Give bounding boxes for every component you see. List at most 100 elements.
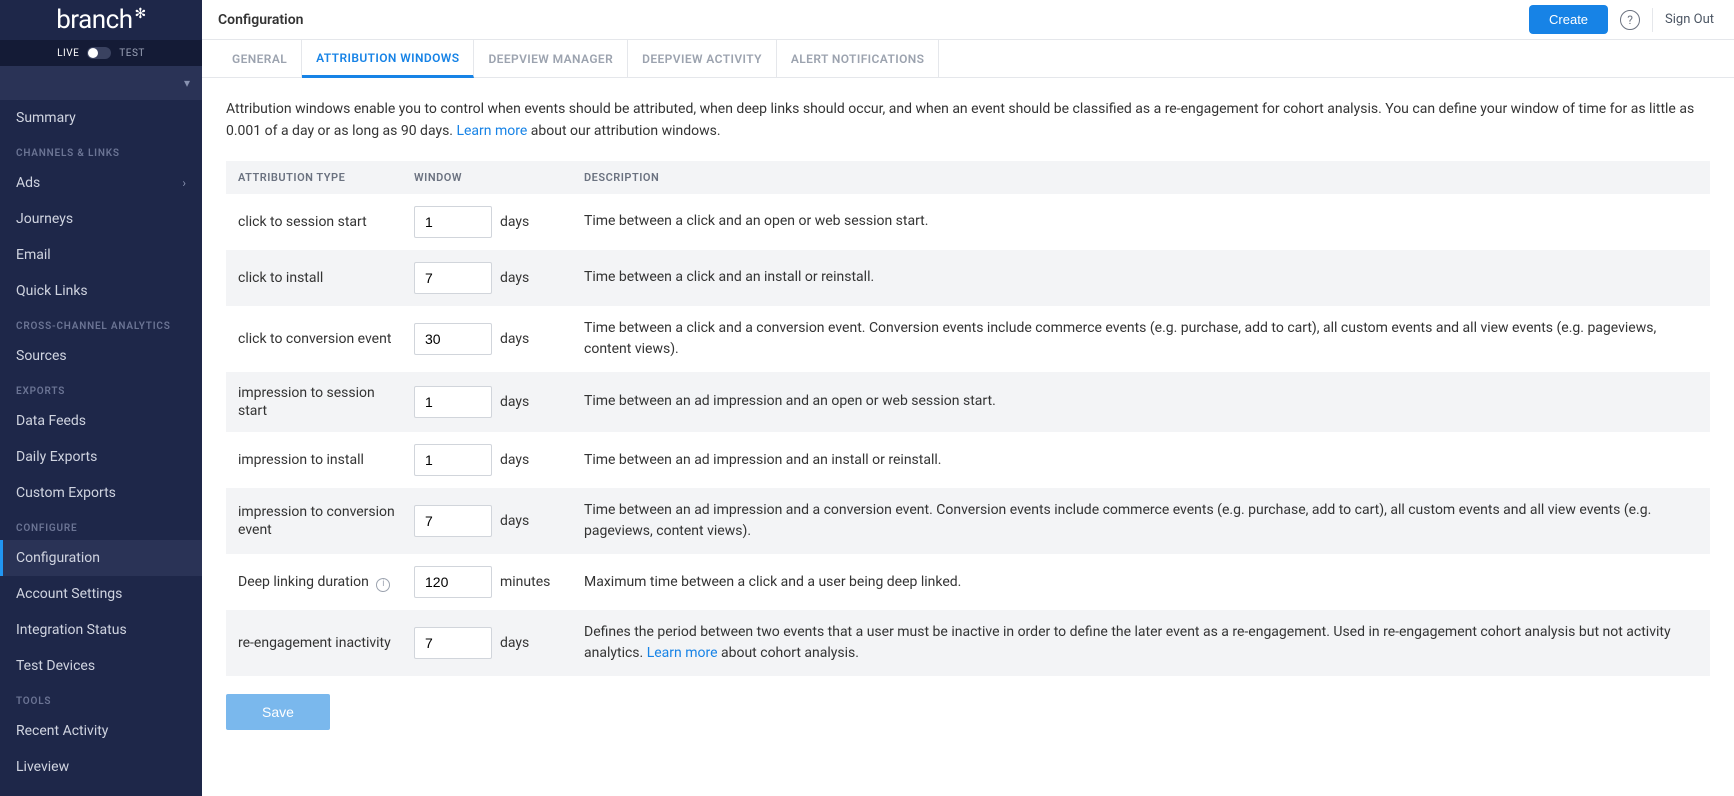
- window-unit: minutes: [500, 574, 550, 590]
- sidebar-item-daily-exports[interactable]: Daily Exports: [0, 439, 202, 475]
- window-unit: days: [500, 513, 529, 529]
- main: Configuration Create ? Sign Out GENERAL …: [202, 0, 1734, 796]
- tab-alert-notifications[interactable]: ALERT NOTIFICATIONS: [777, 40, 940, 77]
- sidebar-item-journeys[interactable]: Journeys: [0, 201, 202, 237]
- intro-part2: about our attribution windows.: [527, 123, 720, 139]
- tab-attribution-windows[interactable]: ATTRIBUTION WINDOWS: [302, 40, 474, 78]
- sidebar-item-test-devices[interactable]: Test Devices: [0, 648, 202, 684]
- window-input[interactable]: [414, 505, 492, 537]
- signout-link[interactable]: Sign Out: [1665, 12, 1718, 27]
- sidebar-item-account-settings[interactable]: Account Settings: [0, 576, 202, 612]
- window-cell: days: [414, 444, 576, 476]
- logo-text: branch: [56, 5, 132, 35]
- sidebar-item-custom-exports[interactable]: Custom Exports: [0, 475, 202, 511]
- nav-header-channels: CHANNELS & LINKS: [0, 136, 202, 165]
- table-row: click to installdaysTime between a click…: [226, 250, 1710, 306]
- window-input[interactable]: [414, 323, 492, 355]
- window-input[interactable]: [414, 386, 492, 418]
- table-row: impression to conversion event days Time b…: [226, 488, 1710, 554]
- app-selector[interactable]: ▾: [0, 66, 202, 100]
- window-input[interactable]: [414, 262, 492, 294]
- nav-header-configure: CONFIGURE: [0, 511, 202, 540]
- learn-more-link[interactable]: Learn more: [456, 123, 527, 139]
- sidebar-item-email[interactable]: Email: [0, 237, 202, 273]
- logo: branch✻: [56, 5, 146, 35]
- nav-label: Quick Links: [16, 283, 88, 299]
- table-row: click to conversion event days Time betwee…: [226, 306, 1710, 372]
- tab-general[interactable]: GENERAL: [218, 40, 302, 77]
- attribution-type-cell: impression to conversion event: [234, 503, 414, 539]
- window-unit: days: [500, 635, 529, 651]
- window-unit: days: [500, 394, 529, 410]
- toggle-track[interactable]: [87, 47, 111, 59]
- help-icon[interactable]: ?: [1620, 10, 1640, 30]
- attribution-type-cell: click to install: [234, 269, 414, 287]
- nav-label: Test Devices: [16, 658, 95, 674]
- sidebar-item-quick-links[interactable]: Quick Links: [0, 273, 202, 309]
- nav-label: Data Feeds: [16, 413, 86, 429]
- description-cell: Time between a click and an install or r…: [576, 267, 1702, 288]
- attribution-table: ATTRIBUTION TYPE WINDOW DESCRIPTION clic…: [226, 161, 1710, 676]
- nav-header-exports: EXPORTS: [0, 374, 202, 403]
- nav-label: Sources: [16, 348, 67, 364]
- description-cell: Time between an ad impression and an ope…: [576, 391, 1702, 412]
- window-cell: days: [414, 262, 576, 294]
- nav-label: Account Settings: [16, 586, 122, 602]
- window-unit: days: [500, 331, 529, 347]
- nav-header-analytics: CROSS-CHANNEL ANALYTICS: [0, 309, 202, 338]
- description-cell: Time between an ad impression and a conv…: [576, 500, 1702, 542]
- sidebar-item-sources[interactable]: Sources: [0, 338, 202, 374]
- window-cell: days: [414, 206, 576, 238]
- chevron-right-icon: ›: [182, 176, 186, 190]
- nav-label: Integration Status: [16, 622, 127, 638]
- attribution-type-cell: click to session start: [234, 213, 414, 231]
- content: Attribution windows enable you to contro…: [202, 78, 1734, 796]
- save-button[interactable]: Save: [226, 694, 330, 730]
- table-row: impression to installdaysTime between an…: [226, 432, 1710, 488]
- chevron-down-icon: ▾: [184, 76, 190, 90]
- attribution-type-cell: impression to session start: [234, 384, 414, 420]
- sidebar-item-data-feeds[interactable]: Data Feeds: [0, 403, 202, 439]
- info-icon[interactable]: i: [376, 578, 390, 592]
- tab-deepview-manager[interactable]: DEEPVIEW MANAGER: [474, 40, 628, 77]
- window-input[interactable]: [414, 206, 492, 238]
- sidebar-item-summary[interactable]: Summary: [0, 100, 202, 136]
- tab-deepview-activity[interactable]: DEEPVIEW ACTIVITY: [628, 40, 777, 77]
- window-input[interactable]: [414, 566, 492, 598]
- create-button[interactable]: Create: [1529, 5, 1608, 34]
- env-test-label: TEST: [119, 48, 145, 59]
- desc-text: about cohort analysis.: [718, 645, 859, 661]
- table-row: re-engagement inactivitydaysDefines the …: [226, 610, 1710, 676]
- divider: [1652, 8, 1653, 32]
- nav-label: Email: [16, 247, 51, 263]
- sidebar-item-liveview[interactable]: Liveview: [0, 749, 202, 785]
- nav-label: Liveview: [16, 759, 69, 775]
- sidebar-item-recent-activity[interactable]: Recent Activity: [0, 713, 202, 749]
- table-row: impression to session start days Time betw…: [226, 372, 1710, 432]
- attribution-type-cell: click to conversion event: [234, 330, 414, 348]
- intro-text: Attribution windows enable you to contro…: [226, 98, 1710, 143]
- window-input[interactable]: [414, 627, 492, 659]
- window-cell: days: [414, 505, 576, 537]
- window-cell: days: [414, 627, 576, 659]
- nav-label: Journeys: [16, 211, 73, 227]
- window-cell: days: [414, 386, 576, 418]
- table-row: click to session startdaysTime between a…: [226, 194, 1710, 250]
- sidebar-item-configuration[interactable]: Configuration: [0, 540, 202, 576]
- nav-label: Custom Exports: [16, 485, 116, 501]
- attribution-type-cell: Deep linking duration i: [234, 573, 414, 592]
- table-header: ATTRIBUTION TYPE WINDOW DESCRIPTION: [226, 161, 1710, 194]
- sidebar-item-integration-status[interactable]: Integration Status: [0, 612, 202, 648]
- window-input[interactable]: [414, 444, 492, 476]
- header-description: DESCRIPTION: [576, 171, 1702, 184]
- env-toggle[interactable]: LIVE TEST: [0, 40, 202, 66]
- nav-label: Daily Exports: [16, 449, 97, 465]
- nav-header-tools: TOOLS: [0, 684, 202, 713]
- description-cell: Time between a click and a conversion ev…: [576, 318, 1702, 360]
- page-title: Configuration: [218, 12, 303, 28]
- nav-label: Ads: [16, 175, 40, 191]
- sidebar-item-ads[interactable]: Ads ›: [0, 165, 202, 201]
- table-row: Deep linking duration iminutesMaximum ti…: [226, 554, 1710, 610]
- sidebar: branch✻ LIVE TEST ▾ Summary CHANNELS & L…: [0, 0, 202, 796]
- learn-more-link[interactable]: Learn more: [647, 645, 718, 661]
